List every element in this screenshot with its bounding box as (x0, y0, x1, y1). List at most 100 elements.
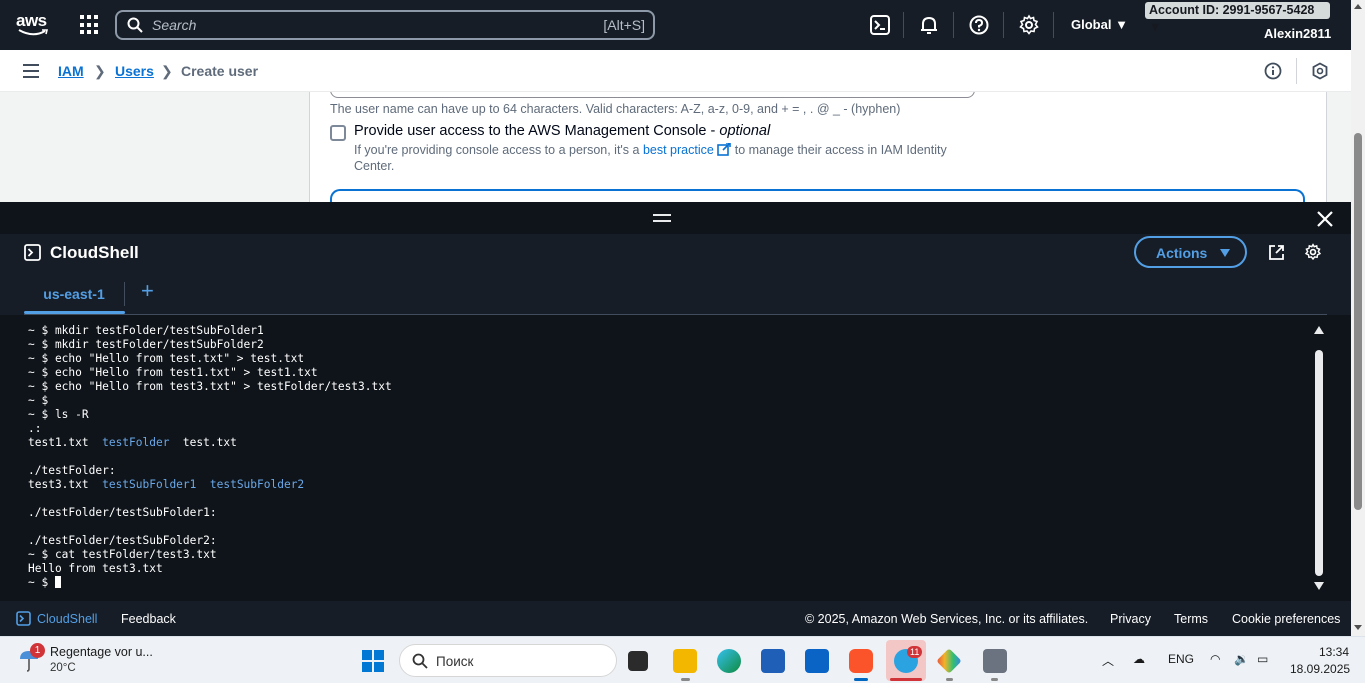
terminal-line: Hello from test3.txt (28, 562, 392, 576)
taskbar-search[interactable]: Поиск (399, 644, 617, 677)
services-grid-icon[interactable] (80, 15, 100, 35)
terminal-line: test1.txt testFolder test.txt (28, 436, 392, 450)
aws-smile-icon (18, 29, 48, 36)
divider (1296, 58, 1297, 84)
scroll-down-icon[interactable] (1314, 582, 1324, 590)
terminal-text: ~ $ (28, 394, 49, 407)
weather-temp: 20°C (50, 662, 76, 674)
cloudshell-title: CloudShell (50, 243, 139, 262)
info-alert-edge (330, 189, 1305, 202)
tray-chevron-up-icon[interactable]: ︿ (1102, 652, 1114, 669)
taskbar-search-placeholder: Поиск (436, 654, 474, 669)
wifi-icon[interactable]: ◠ (1210, 652, 1220, 666)
actions-button[interactable]: Actions (1134, 236, 1247, 268)
scroll-thumb[interactable] (1354, 133, 1362, 510)
volume-icon[interactable]: 🔉 (1234, 652, 1249, 666)
footer-feedback-link[interactable]: Feedback (121, 612, 176, 626)
battery-icon[interactable]: ▭ (1257, 652, 1268, 666)
aws-logo-text: aws (16, 11, 47, 30)
breadcrumb-users[interactable]: Users (115, 63, 154, 79)
actions-label: Actions (1156, 245, 1208, 261)
cloudshell-icon (24, 244, 41, 261)
terminal-text: test1.txt (28, 436, 103, 449)
region-selector[interactable]: Global ▼ (1071, 17, 1128, 32)
terminal-line: ~ $ cat testFolder/test3.txt (28, 548, 392, 562)
cloudshell-resize-handle[interactable] (0, 202, 1351, 234)
brave-browser-icon[interactable] (849, 649, 873, 673)
weather-badge: 1 (30, 643, 45, 658)
console-access-checkbox[interactable] (330, 125, 346, 141)
cloud-offline-icon[interactable]: ☁ (1133, 652, 1145, 666)
clock-time[interactable]: 13:34 (1319, 645, 1349, 659)
document-app-icon[interactable] (983, 649, 1007, 673)
language-indicator[interactable]: ENG (1168, 652, 1194, 666)
close-icon[interactable] (1316, 210, 1334, 228)
page-scrollbar[interactable] (1351, 0, 1365, 636)
scroll-up-icon[interactable] (1314, 326, 1324, 334)
app-icon[interactable] (936, 648, 962, 674)
username-input[interactable] (330, 92, 975, 98)
terminal-line: ~ $ (28, 394, 392, 408)
footer-privacy-link[interactable]: Privacy (1110, 612, 1151, 626)
terminal-scrollbar[interactable] (1313, 324, 1325, 592)
terminal-text: ~ $ ls -R (28, 408, 89, 421)
weather-title[interactable]: Regentage vor u... (50, 645, 153, 659)
running-indicator (681, 678, 690, 681)
terminal-text: ./testFolder/testSubFolder1: (28, 506, 217, 519)
footer-cloudshell-link[interactable]: CloudShell (37, 612, 97, 626)
footer-terms-link[interactable]: Terms (1174, 612, 1208, 626)
scroll-thumb[interactable] (1315, 350, 1323, 576)
search-icon (127, 17, 143, 33)
console-access-label[interactable]: Provide user access to the AWS Managemen… (354, 123, 770, 139)
file-explorer-icon[interactable] (673, 649, 697, 673)
terminal-line: ./testFolder/testSubFolder2: (28, 534, 392, 548)
account-id-badge[interactable]: Account ID: 2991-9567-5428 ▼ (1145, 2, 1330, 34)
nav-divider (1053, 12, 1054, 38)
chevron-right-icon: ❯ (161, 63, 173, 79)
active-app-indicator (854, 678, 868, 681)
help-icon[interactable] (968, 14, 990, 36)
terminal-text: ~ $ echo "Hello from test.txt" > test.tx… (28, 352, 305, 365)
terminal-line: test3.txt testSubFolder1 testSubFolder2 (28, 478, 392, 492)
aws-logo[interactable]: aws (16, 12, 50, 36)
task-view-icon[interactable] (628, 651, 648, 671)
open-new-window-icon[interactable] (1268, 244, 1285, 261)
nav-divider (953, 12, 954, 38)
outlook-icon[interactable] (805, 649, 829, 673)
tab-us-east-1[interactable]: us-east-1 (24, 280, 124, 314)
store-icon[interactable] (761, 649, 785, 673)
add-tab-button[interactable]: + (141, 278, 154, 304)
hamburger-menu-icon[interactable] (23, 64, 39, 78)
settings-gear-icon[interactable] (1018, 14, 1040, 36)
search-shortcut: [Alt+S] (603, 17, 645, 33)
terminal[interactable]: ~ $ mkdir testFolder/testSubFolder1 ~ $ m… (0, 315, 1351, 601)
info-icon[interactable] (1264, 62, 1282, 80)
drag-handle-icon[interactable] (653, 214, 671, 226)
best-practice-link[interactable]: best practice (643, 143, 714, 157)
terminal-directory: testSubFolder2 (209, 478, 305, 491)
cloudshell-settings-icon[interactable] (1304, 243, 1322, 261)
caret-down-icon (1220, 249, 1230, 257)
scroll-up-icon[interactable] (1354, 4, 1362, 9)
terminal-line: ~ $ echo "Hello from test3.txt" > testFo… (28, 380, 392, 394)
cloudshell-icon (16, 611, 31, 626)
edge-icon[interactable] (717, 649, 741, 673)
bell-icon[interactable] (918, 14, 940, 36)
scroll-down-icon[interactable] (1354, 625, 1362, 630)
terminal-line: ~ $ mkdir testFolder/testSubFolder1 (28, 324, 392, 338)
nav-divider (1003, 12, 1004, 38)
footer-copyright: © 2025, Amazon Web Services, Inc. or its… (805, 612, 1089, 626)
search-box[interactable]: Search [Alt+S] (115, 10, 655, 40)
footer-cookie-link[interactable]: Cookie preferences (1232, 612, 1340, 626)
clock-date[interactable]: 18.09.2025 (1290, 662, 1350, 676)
user-menu[interactable]: Alexin2811 (1264, 26, 1331, 41)
external-link-icon (717, 142, 732, 156)
console-access-label-text: Provide user access to the AWS Managemen… (354, 123, 707, 139)
windows-start-icon[interactable] (362, 650, 384, 672)
notifications-panel-icon[interactable] (1311, 62, 1329, 80)
top-navigation: aws Search [Alt+S] Global ▼ Account ID: … (0, 0, 1351, 50)
breadcrumb-iam[interactable]: IAM (58, 63, 84, 79)
terminal-line: ~ $ mkdir testFolder/testSubFolder2 (28, 338, 392, 352)
cloudshell-terminal-icon[interactable] (869, 14, 891, 36)
